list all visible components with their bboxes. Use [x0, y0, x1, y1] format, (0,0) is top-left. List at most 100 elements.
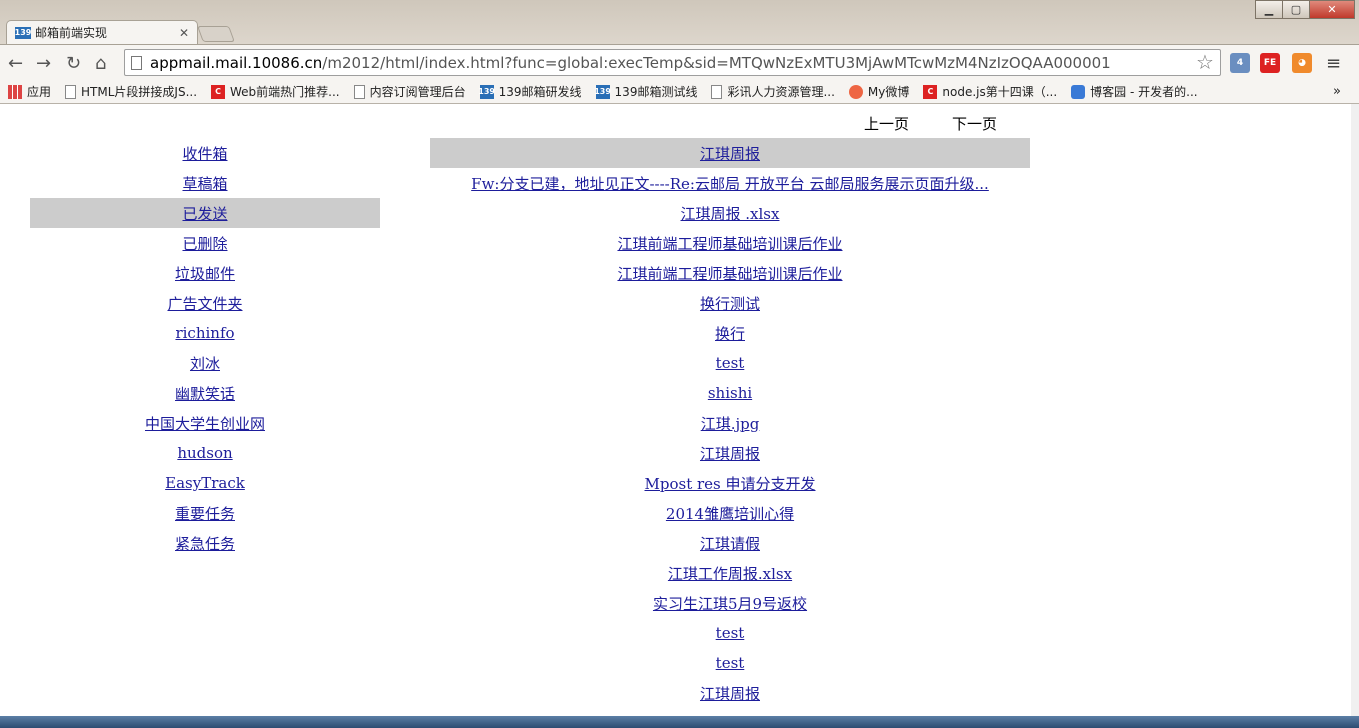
bookmark-item[interactable]: C Web前端热门推荐... — [211, 83, 340, 100]
mail-list: 江琪周报 Fw:分支已建，地址见正文----Re:云邮局 开放平台 云邮局服务展示… — [430, 138, 1030, 728]
home-icon[interactable]: ⌂ — [95, 53, 106, 74]
folder-item: 广告文件夹 — [30, 288, 380, 318]
folder-link[interactable]: EasyTrack — [165, 474, 245, 492]
mail-item: 江琪周报 — [430, 138, 1030, 168]
bookmark-label: Web前端热门推荐... — [230, 85, 340, 99]
folder-item: 草稿箱 — [30, 168, 380, 198]
folder-link[interactable]: 紧急任务 — [175, 533, 235, 554]
browser-tab[interactable]: 139 邮箱前端实现 ✕ — [6, 20, 198, 44]
bookmark-item[interactable]: 内容订阅管理后台 — [353, 83, 466, 100]
url-host: appmail.mail.10086.cn — [150, 53, 323, 72]
mail-subject-link[interactable]: 江琪前端工程师基础培训课后作业 — [617, 233, 842, 254]
folder-link[interactable]: 重要任务 — [175, 503, 235, 524]
mail-item: 江琪.jpg — [430, 408, 1030, 438]
bookmark-item[interactable]: 彩讯人力资源管理... — [711, 83, 835, 100]
next-page-link[interactable]: 下一页 — [952, 113, 997, 134]
bookmarks-bar: 应用 HTML片段拼接成JS... C Web前端热门推荐... 内容订阅管理后台 139… — [0, 80, 1359, 104]
mail-item: test — [430, 648, 1030, 678]
mail-subject-link[interactable]: 2014雏鹰培训心得 — [666, 503, 794, 524]
c-icon: C — [923, 84, 938, 99]
folder-link[interactable]: 已删除 — [182, 233, 227, 254]
folder-link[interactable]: 广告文件夹 — [167, 293, 242, 314]
mail-item: 江琪请假 — [430, 528, 1030, 558]
folder-link[interactable]: 草稿箱 — [182, 173, 227, 194]
bookmark-item[interactable]: 博客园 - 开发者的... — [1071, 83, 1198, 100]
page-icon — [353, 84, 365, 99]
apps-icon — [8, 84, 22, 99]
prev-page-link[interactable]: 上一页 — [864, 113, 909, 134]
menu-icon[interactable]: ≡ — [1326, 53, 1341, 74]
reload-icon[interactable]: ↻ — [66, 53, 81, 74]
page-icon — [711, 84, 723, 99]
bookmark-label: 内容订阅管理后台 — [369, 85, 466, 99]
address-bar[interactable]: appmail.mail.10086.cn/m2012/html/index.h… — [124, 49, 1221, 76]
folder-item: 已发送 — [30, 198, 380, 228]
folder-item: 刘冰 — [30, 348, 380, 378]
mail-item: shishi — [430, 378, 1030, 408]
mail-item: test — [430, 618, 1030, 648]
mail-subject-link[interactable]: 江琪周报 — [700, 443, 760, 464]
mail-subject-link[interactable]: 江琪前端工程师基础培训课后作业 — [617, 263, 842, 284]
mail-subject-link[interactable]: test — [716, 354, 745, 372]
mail-subject-link[interactable]: shishi — [708, 384, 752, 402]
mail-item: 江琪周报 .xlsx — [430, 198, 1030, 228]
mail-subject-link[interactable]: test — [716, 654, 745, 672]
maximize-icon[interactable]: ▢ — [1282, 0, 1310, 19]
mail-item: 换行 — [430, 318, 1030, 348]
tab-close-icon[interactable]: ✕ — [179, 26, 189, 40]
bookmarks-overflow-icon[interactable]: » — [1333, 84, 1341, 99]
bookmark-item[interactable]: 139 139邮箱测试线 — [594, 83, 697, 100]
bookmark-item[interactable]: 139 139邮箱研发线 — [478, 83, 582, 100]
folder-link[interactable]: 已发送 — [182, 203, 227, 224]
minimize-icon[interactable]: ▁ — [1255, 0, 1283, 19]
mail-item: Fw:分支已建，地址见正文----Re:云邮局 开放平台 云邮局服务展示页面升级… — [430, 168, 1030, 198]
fe-extension-icon[interactable]: FE — [1260, 53, 1280, 73]
folder-link[interactable]: 垃圾邮件 — [175, 263, 235, 284]
back-icon[interactable]: ← — [8, 53, 23, 74]
bookmark-item[interactable]: My微博 — [848, 83, 909, 100]
mail-item: Mpost res 申请分支开发 — [430, 468, 1030, 498]
folder-item: richinfo — [30, 318, 380, 348]
folder-link[interactable]: 幽默笑话 — [175, 383, 235, 404]
mail-subject-link[interactable]: Mpost res 申请分支开发 — [645, 473, 816, 494]
folder-link[interactable]: 中国大学生创业网 — [145, 413, 265, 434]
folder-link[interactable]: hudson — [177, 444, 232, 462]
mail-subject-link[interactable]: 江琪工作周报.xlsx — [668, 563, 792, 584]
139-icon: 139 — [478, 84, 495, 99]
extension-badge-icon[interactable]: 4 — [1230, 53, 1250, 73]
bookmark-item[interactable]: 应用 — [8, 83, 51, 100]
mail-subject-link[interactable]: 江琪周报 — [700, 143, 760, 164]
mail-item: 江琪周报 — [430, 438, 1030, 468]
browser-chrome: ▁ ▢ ✕ 139 邮箱前端实现 ✕ ← → ↻ ⌂ appmail.mail.… — [0, 0, 1359, 104]
mail-subject-link[interactable]: 实习生江琪5月9号返校 — [653, 593, 807, 614]
mail-subject-link[interactable]: 换行测试 — [700, 293, 760, 314]
mail-subject-link[interactable]: 江琪周报 — [700, 683, 760, 704]
folder-item: EasyTrack — [30, 468, 380, 498]
c-icon: C — [211, 84, 226, 99]
mail-subject-link[interactable]: Fw:分支已建，地址见正文----Re:云邮局 开放平台 云邮局服务展示页面升级… — [471, 173, 989, 194]
tab-favicon: 139 — [14, 26, 32, 39]
bookmark-item[interactable]: Cnode.js第十四课（... — [923, 83, 1057, 100]
folder-link[interactable]: richinfo — [175, 324, 234, 342]
fox-extension-icon[interactable]: ◕ — [1292, 53, 1312, 73]
mail-subject-link[interactable]: test — [716, 624, 745, 642]
mail-subject-link[interactable]: 江琪周报 .xlsx — [681, 203, 780, 224]
close-icon[interactable]: ✕ — [1309, 0, 1355, 19]
folder-link[interactable]: 收件箱 — [182, 143, 227, 164]
mail-subject-link[interactable]: 换行 — [715, 323, 745, 344]
folder-item: 垃圾邮件 — [30, 258, 380, 288]
bookmark-label: node.js第十四课（... — [942, 85, 1058, 99]
bookmark-label: HTML片段拼接成JS... — [81, 85, 198, 99]
folder-link[interactable]: 刘冰 — [190, 353, 220, 374]
bookmark-star-icon[interactable]: ☆ — [1196, 50, 1214, 74]
new-tab-button[interactable] — [197, 26, 235, 42]
mail-subject-link[interactable]: 江琪请假 — [700, 533, 760, 554]
mail-subject-link[interactable]: 江琪.jpg — [701, 413, 760, 434]
scrollbar[interactable] — [1351, 104, 1359, 716]
forward-icon[interactable]: → — [36, 53, 51, 74]
bookmark-item[interactable]: HTML片段拼接成JS... — [65, 83, 197, 100]
window-controls: ▁ ▢ ✕ — [1255, 0, 1355, 19]
mail-item: 换行测试 — [430, 288, 1030, 318]
weibo-icon — [848, 84, 863, 99]
folder-item: hudson — [30, 438, 380, 468]
